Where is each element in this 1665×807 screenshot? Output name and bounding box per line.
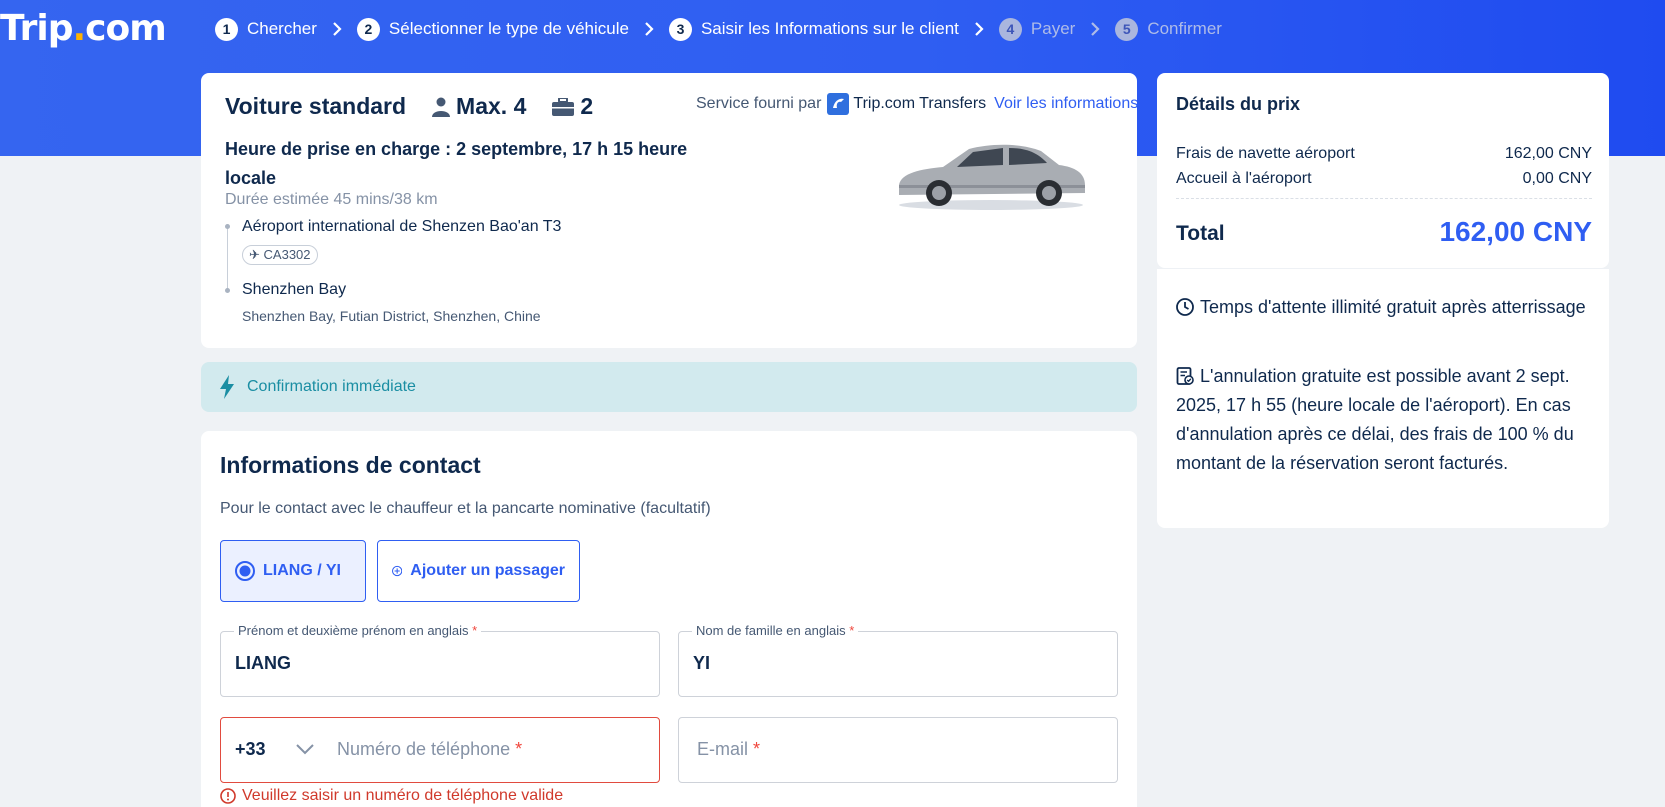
plane-icon: ✈ — [249, 247, 260, 262]
step-search[interactable]: 1 Chercher — [215, 17, 317, 41]
step-label: Chercher — [247, 19, 317, 38]
step-label: Saisir les Informations sur le client — [700, 19, 959, 38]
policy-card: Temps d'attente illimité gratuit après a… — [1157, 268, 1609, 528]
passenger-capacity: Max. 4 — [432, 93, 526, 120]
cancellation-policy: L'annulation gratuite est possible avant… — [1176, 366, 1574, 473]
phone-error-message: Veuillez saisir un numéro de téléphone v… — [220, 787, 563, 805]
dropoff-address: Shenzhen Bay, Futian District, Shenzhen,… — [242, 308, 541, 324]
last-name-label: Nom de famille en anglais * — [692, 623, 859, 638]
chevron-down-icon[interactable] — [295, 743, 315, 755]
cancellation-document-icon — [1176, 367, 1194, 385]
service-provider: Service fourni par Trip.com Transfers Vo… — [696, 93, 1137, 115]
step-number: 5 — [1115, 17, 1139, 41]
price-title: Détails du prix — [1176, 94, 1301, 114]
flight-badge: ✈ CA3302 — [242, 245, 318, 265]
step-number: 3 — [668, 17, 692, 41]
route-start-dot — [225, 224, 230, 229]
contact-title: Informations de contact — [220, 452, 481, 478]
step-label: Confirmer — [1147, 19, 1222, 38]
email-field[interactable]: E-mail * — [678, 717, 1118, 783]
add-passenger-button[interactable]: Ajouter un passager — [377, 540, 580, 602]
step-label: Sélectionner le type de véhicule — [388, 19, 629, 38]
chevron-right-icon — [959, 21, 999, 37]
passenger-chip-selected[interactable]: LIANG / YI — [220, 540, 366, 602]
step-label: Payer — [1030, 19, 1076, 38]
contact-card: Informations de contact Pour le contact … — [201, 431, 1137, 807]
price-row-label: Accueil à l'aéroport — [1176, 170, 1312, 187]
flight-number: CA3302 — [263, 247, 311, 262]
first-name-label: Prénom et deuxième prénom en anglais * — [234, 623, 482, 638]
pickup-time: Heure de prise en charge : 2 septembre, … — [225, 139, 688, 188]
phone-placeholder: Numéro de téléphone * — [337, 739, 523, 759]
country-code-select[interactable]: +33 — [235, 739, 266, 760]
provider-name: Trip.com Transfers — [853, 95, 987, 112]
price-divider — [1176, 198, 1592, 199]
plus-circle-icon — [392, 565, 403, 577]
step-pay: 4 Payer — [998, 17, 1076, 41]
radio-selected-icon — [235, 561, 255, 581]
total-value: 162,00 CNY — [1439, 216, 1592, 247]
add-passenger-label: Ajouter un passager — [410, 562, 565, 579]
price-row: Accueil à l'aéroport 0,00 CNY — [1176, 170, 1592, 188]
dropoff-location: Shenzhen Bay — [242, 281, 347, 298]
vehicle-type: Voiture standard — [225, 93, 407, 119]
email-placeholder: E-mail * — [697, 739, 761, 759]
step-client-info: 3 Saisir les Informations sur le client — [668, 17, 959, 41]
chevron-right-icon — [1075, 21, 1115, 37]
view-info-link[interactable]: Voir les informations — [994, 95, 1137, 113]
step-vehicle[interactable]: 2 Sélectionner le type de véhicule — [356, 17, 629, 41]
step-confirm: 5 Confirmer — [1115, 17, 1222, 41]
chevron-right-icon — [629, 21, 669, 37]
vehicle-title-row: Voiture standard Max. 4 2 — [225, 93, 593, 120]
person-icon — [432, 97, 451, 117]
route-end-dot — [225, 288, 230, 293]
max-passengers: Max. 4 — [456, 93, 527, 119]
instant-confirmation-banner: Confirmation immédiate — [201, 362, 1137, 412]
step-number: 4 — [998, 17, 1022, 41]
price-row-value: 0,00 CNY — [1522, 170, 1592, 187]
trip-logo[interactable]: Trip.com — [0, 8, 167, 49]
confirmation-text: Confirmation immédiate — [247, 378, 416, 395]
phone-error-text: Veuillez saisir un numéro de téléphone v… — [242, 787, 564, 804]
luggage-count: 2 — [580, 93, 594, 119]
contact-subtitle: Pour le contact avec le chauffeur et la … — [220, 500, 711, 517]
last-name-value: YI — [693, 653, 711, 673]
suitcase-icon — [552, 97, 575, 116]
waiting-time-policy: Temps d'attente illimité gratuit après a… — [1176, 293, 1586, 322]
price-row: Frais de navette aéroport 162,00 CNY — [1176, 145, 1592, 163]
passenger-name: LIANG / YI — [263, 562, 341, 579]
first-name-value: LIANG — [235, 653, 291, 673]
price-row-value: 162,00 CNY — [1504, 145, 1592, 162]
estimated-duration: Durée estimée 45 mins/38 km — [225, 191, 438, 208]
progress-steps: 1 Chercher 2 Sélectionner le type de véhic… — [215, 16, 1222, 42]
lightning-icon — [220, 375, 234, 399]
route-line — [227, 226, 228, 291]
car-image — [891, 133, 1091, 218]
luggage-capacity: 2 — [552, 93, 593, 120]
total-label: Total — [1176, 222, 1225, 245]
price-details-card: Détails du prix Frais de navette aéropor… — [1157, 73, 1609, 268]
service-prefix: Service fourni par — [696, 95, 822, 112]
vehicle-card: Voiture standard Max. 4 2 Service fourni… — [201, 73, 1137, 348]
trip-transfers-logo-icon — [827, 93, 850, 115]
price-row-label: Frais de navette aéroport — [1176, 145, 1355, 162]
phone-field[interactable]: +33 Numéro de téléphone * — [220, 717, 660, 783]
first-name-field[interactable]: Prénom et deuxième prénom en anglais * L… — [220, 623, 660, 697]
step-number: 1 — [215, 17, 238, 41]
pickup-location: Aéroport international de Shenzen Bao'an… — [242, 218, 562, 235]
last-name-field[interactable]: Nom de famille en anglais * YI — [678, 623, 1118, 697]
warning-circle-icon — [220, 788, 236, 804]
step-number: 2 — [356, 17, 380, 41]
clock-icon — [1176, 298, 1194, 316]
chevron-right-icon — [317, 21, 357, 37]
